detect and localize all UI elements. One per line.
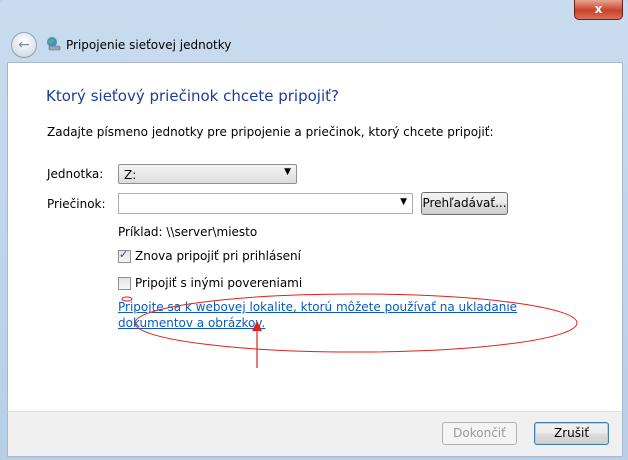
annotation-small-ellipse <box>121 296 133 302</box>
back-button[interactable]: ← <box>11 32 37 58</box>
wizard-content: Ktorý sieťový priečinok chcete pripojiť?… <box>7 62 623 412</box>
annotation-ellipse <box>134 293 578 353</box>
back-arrow-icon: ← <box>18 37 30 53</box>
wizard-title: Pripojenie sieťovej jednotky <box>66 38 232 52</box>
close-button[interactable]: x <box>574 0 623 20</box>
annotation-overlay <box>121 293 578 368</box>
wizard-header: ← Pripojenie sieťovej jednotky <box>7 28 621 62</box>
title-bar[interactable]: x <box>0 0 628 26</box>
cancel-button[interactable]: Zrušiť <box>534 422 609 445</box>
wizard-footer: Dokončiť Zrušiť <box>7 411 623 457</box>
close-icon: x <box>594 2 603 16</box>
finish-button[interactable]: Dokončiť <box>442 422 517 445</box>
annotation-arrow-head <box>252 321 262 331</box>
network-drive-icon <box>47 37 61 51</box>
dialog-window: x ← Pripojenie sieťovej jednotky Ktorý s… <box>0 0 628 460</box>
